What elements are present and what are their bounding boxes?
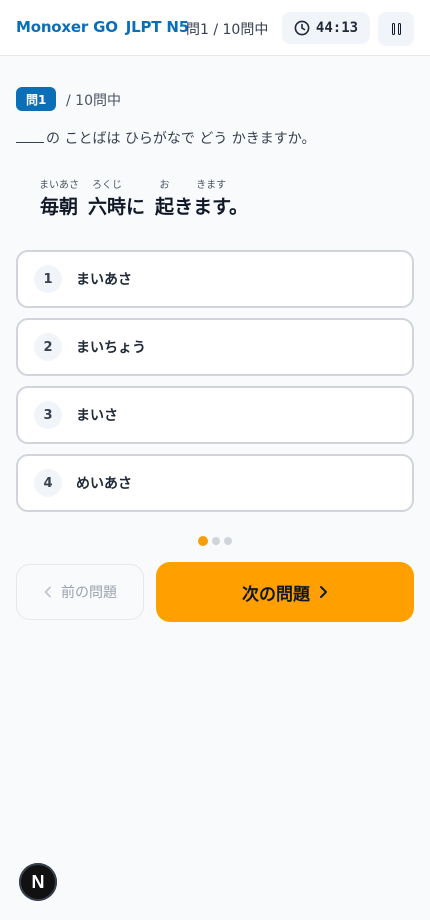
- clock-icon: [294, 20, 310, 36]
- sentence-word: きます きます。: [174, 178, 248, 219]
- brand-level: JLPT N5: [125, 18, 189, 36]
- option-label: まいあさ: [76, 272, 132, 288]
- question-sentence: まいあさ 毎朝 ろくじ 六時 に お 起 きます きます。: [39, 178, 248, 219]
- pause-icon-bar: [397, 23, 401, 35]
- page-indicator: [198, 536, 232, 546]
- brand-name: Monoxer GO: [16, 18, 118, 36]
- previous-label: 前の問題: [61, 585, 117, 601]
- sentence-word: まいあさ 毎朝: [39, 178, 79, 219]
- next-question-button[interactable]: 次の問題: [156, 562, 414, 622]
- blank-underline: [16, 130, 44, 143]
- top-bar: Monoxer GO JLPT N5 問1 / 10問中 44:13: [0, 0, 430, 56]
- word-text: に: [126, 196, 146, 218]
- chevron-right-icon: [320, 586, 327, 598]
- app-brand: Monoxer GO JLPT N5: [16, 18, 189, 36]
- question-total: / 10問中: [66, 93, 121, 109]
- option-number: 2: [34, 333, 62, 361]
- prompt-text: の ことばは ひらがなで どう かきますか。: [46, 131, 316, 147]
- previous-question-button[interactable]: 前の問題: [16, 564, 144, 620]
- furigana: まいあさ: [39, 180, 79, 191]
- option-label: まいちょう: [76, 340, 146, 356]
- answer-options: 1 まいあさ 2 まいちょう 3 まいさ 4 めいあさ: [16, 250, 414, 522]
- question-prompt: の ことばは ひらがなで どう かきますか。: [16, 128, 316, 148]
- answer-option-4[interactable]: 4 めいあさ: [16, 454, 414, 512]
- question-number-badge: 問1: [16, 87, 57, 111]
- sentence-word: ろくじ 六時: [88, 178, 126, 219]
- page-dot: [224, 537, 232, 545]
- option-number: 4: [34, 469, 62, 497]
- pause-icon: [391, 23, 395, 35]
- question-progress: 問1 / 10問中: [186, 22, 269, 38]
- sentence-word: に: [126, 178, 145, 219]
- avatar[interactable]: N: [19, 863, 57, 901]
- furigana: お: [159, 180, 170, 191]
- timer: 44:13: [282, 12, 370, 44]
- sentence-word: お 起: [155, 178, 174, 219]
- option-number: 3: [34, 401, 62, 429]
- next-label: 次の問題: [242, 584, 310, 605]
- option-label: めいあさ: [76, 476, 132, 492]
- pause-button[interactable]: [378, 12, 414, 46]
- furigana: きます: [196, 180, 227, 191]
- answer-option-2[interactable]: 2 まいちょう: [16, 318, 414, 376]
- option-label: まいさ: [76, 408, 118, 424]
- chevron-left-icon: [44, 586, 51, 598]
- furigana: ろくじ: [92, 180, 123, 191]
- answer-option-3[interactable]: 3 まいさ: [16, 386, 414, 444]
- page-dot-active: [198, 536, 208, 546]
- page-dot: [212, 537, 220, 545]
- option-number: 1: [34, 265, 62, 293]
- timer-value: 44:13: [315, 20, 359, 36]
- answer-option-1[interactable]: 1 まいあさ: [16, 250, 414, 308]
